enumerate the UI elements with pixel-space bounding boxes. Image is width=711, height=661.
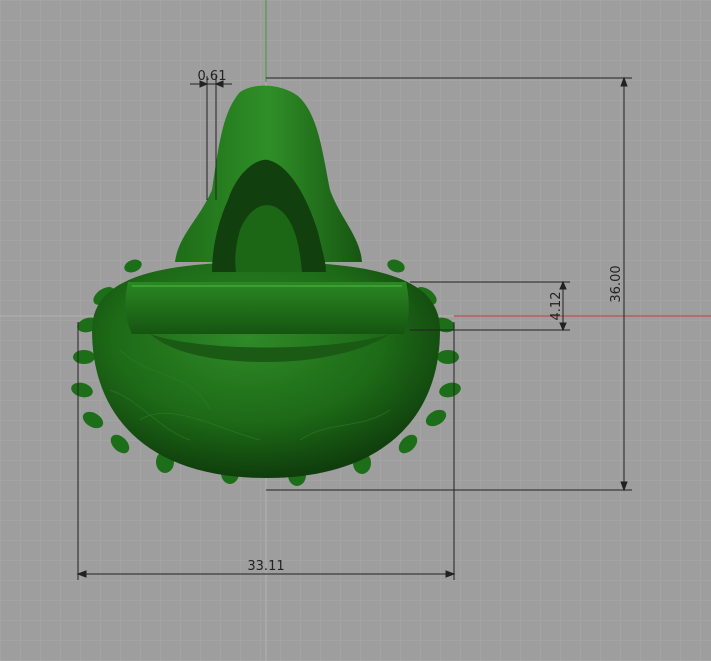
cad-viewport[interactable]: 0.61 36.00 4.12 33.11 [0, 0, 711, 661]
dimension-width-label: 33.11 [247, 559, 284, 574]
viewport-canvas[interactable]: 0.61 36.00 4.12 33.11 [0, 0, 711, 661]
dimension-height-label: 36.00 [609, 265, 624, 302]
dimension-thickness-label: 0.61 [198, 69, 227, 84]
ring-band [125, 282, 409, 334]
dimension-band-height-label: 4.12 [549, 292, 564, 321]
